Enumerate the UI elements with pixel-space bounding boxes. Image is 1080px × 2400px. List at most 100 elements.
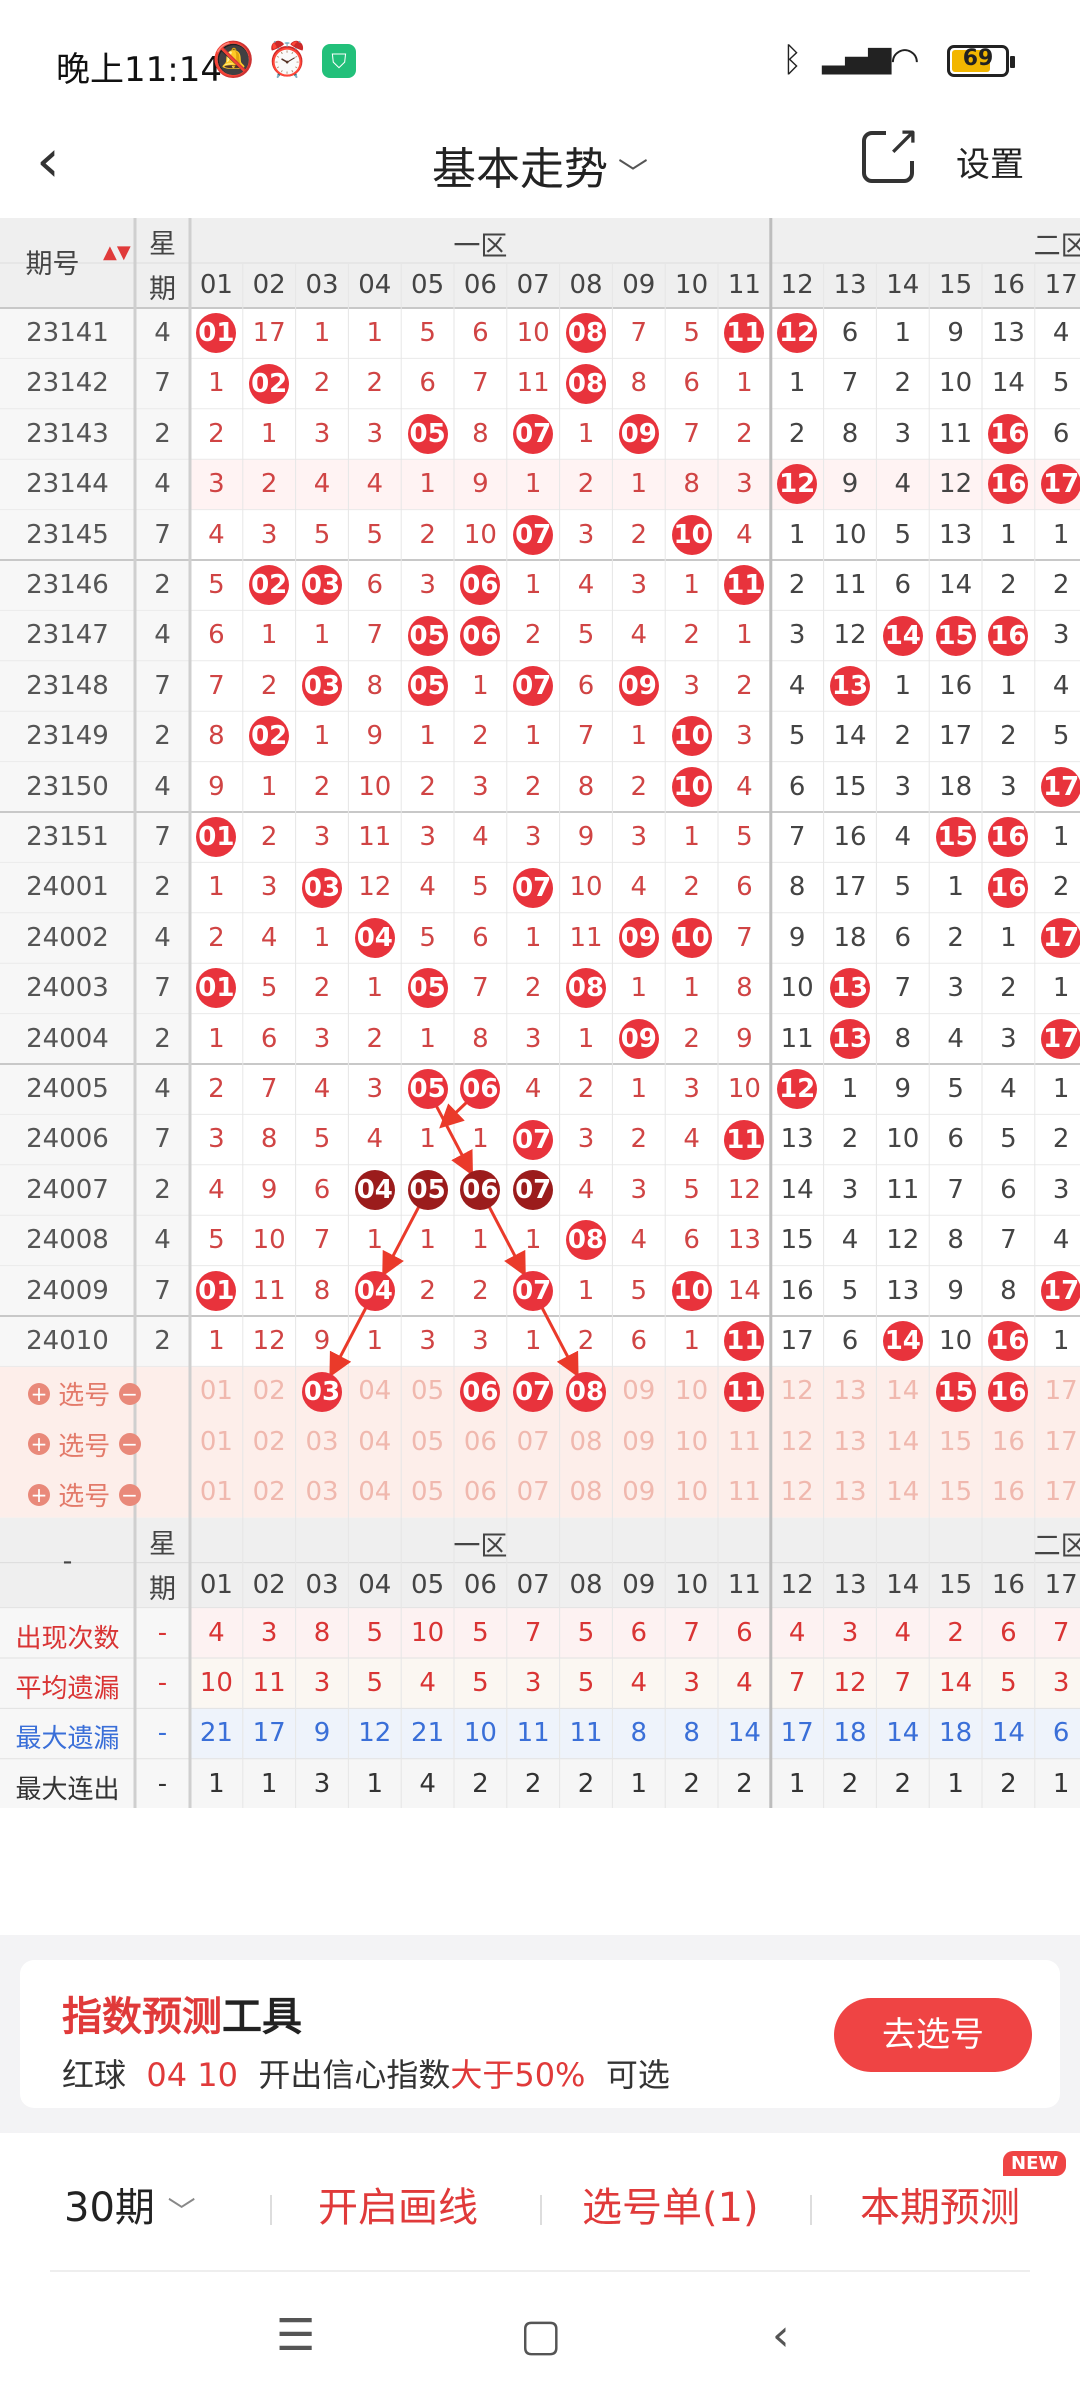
- select-option[interactable]: 02: [243, 1477, 296, 1507]
- sort-icon[interactable]: ▲▼: [103, 242, 131, 263]
- select-option[interactable]: 05: [401, 1376, 454, 1406]
- select-option[interactable]: 04: [348, 1477, 401, 1507]
- stat-value: 8: [630, 1718, 648, 1749]
- select-option[interactable]: 09: [612, 1376, 665, 1406]
- select-option[interactable]: 06: [454, 1477, 507, 1507]
- pick-list-button[interactable]: 选号单(1): [582, 2175, 759, 2233]
- select-option[interactable]: 08: [560, 1477, 613, 1507]
- period-select[interactable]: 30期 ﹀: [64, 2175, 196, 2233]
- select-option[interactable]: 04: [348, 1427, 401, 1457]
- miss-count: 12: [252, 1326, 286, 1356]
- miss-count: 8: [366, 670, 384, 701]
- column-header: 05: [411, 270, 445, 300]
- select-option[interactable]: 14: [876, 1477, 929, 1507]
- plus-icon[interactable]: +: [28, 1483, 50, 1506]
- select-option[interactable]: 12: [771, 1427, 824, 1457]
- select-option[interactable]: 17: [1035, 1427, 1080, 1457]
- miss-count: 5: [683, 1174, 700, 1205]
- select-option[interactable]: 12: [771, 1376, 824, 1406]
- back-nav-icon[interactable]: ‹: [772, 2310, 790, 2361]
- miss-count: 2: [1000, 570, 1017, 600]
- home-icon[interactable]: ▢: [520, 2310, 562, 2361]
- select-option[interactable]: 17: [1035, 1376, 1080, 1406]
- stat-value: 3: [313, 1768, 331, 1799]
- miss-count: 7: [736, 922, 753, 953]
- menu-icon[interactable]: ☰: [276, 2310, 315, 2361]
- select-option[interactable]: 06: [454, 1427, 507, 1457]
- draw-lines-button[interactable]: 开启画线: [318, 2175, 478, 2233]
- select-option[interactable]: 05: [401, 1427, 454, 1457]
- select-option[interactable]: 07: [507, 1477, 560, 1507]
- column-header: 01: [199, 270, 233, 300]
- select-option[interactable]: 10: [665, 1427, 718, 1457]
- week-value: 7: [154, 1275, 171, 1306]
- miss-count: 1: [524, 1326, 542, 1356]
- select-option[interactable]: 10: [665, 1477, 718, 1507]
- select-option[interactable]: 01: [190, 1376, 243, 1406]
- index-predict-card[interactable]: 指数预测工具 红球 04 10 开出信心指数大于50% 可选 去选号: [20, 1960, 1060, 2108]
- select-option[interactable]: 16: [982, 1427, 1035, 1457]
- select-option[interactable]: 14: [876, 1427, 929, 1457]
- select-option[interactable]: 14: [876, 1376, 929, 1406]
- selected-ball[interactable]: 07: [513, 1371, 554, 1412]
- selected-ball[interactable]: 03: [302, 1371, 342, 1412]
- select-row-control[interactable]: + 选号 −: [28, 1476, 141, 1513]
- minus-icon[interactable]: −: [118, 1433, 141, 1456]
- minus-icon[interactable]: −: [118, 1483, 141, 1506]
- select-option[interactable]: 09: [612, 1477, 665, 1507]
- miss-count: 5: [366, 519, 384, 550]
- miss-count: 9: [736, 1023, 753, 1054]
- select-option[interactable]: 13: [824, 1376, 877, 1406]
- miss-count: 5: [208, 570, 225, 600]
- plus-icon[interactable]: +: [28, 1433, 50, 1456]
- minus-icon[interactable]: −: [118, 1382, 141, 1405]
- select-option[interactable]: 05: [401, 1477, 454, 1507]
- system-nav: ☰ ▢ ‹: [0, 2280, 1080, 2400]
- select-row-control[interactable]: + 选号 −: [28, 1375, 141, 1412]
- select-row-control[interactable]: + 选号 −: [28, 1426, 141, 1463]
- select-option[interactable]: 15: [929, 1477, 982, 1507]
- predict-button[interactable]: 本期预测: [860, 2175, 1020, 2233]
- miss-count: 5: [736, 822, 753, 852]
- column-header: 12: [780, 270, 814, 300]
- select-option[interactable]: 15: [929, 1427, 982, 1457]
- select-option[interactable]: 12: [771, 1477, 824, 1507]
- plus-icon[interactable]: +: [28, 1382, 50, 1405]
- selected-ball[interactable]: 16: [988, 1371, 1029, 1412]
- miss-count: 8: [472, 418, 489, 449]
- select-option[interactable]: 02: [243, 1376, 296, 1406]
- select-option[interactable]: 04: [348, 1376, 401, 1406]
- week-value: 4: [154, 469, 171, 500]
- period-header[interactable]: 期号: [0, 242, 105, 281]
- stat-value: 1: [366, 1768, 384, 1799]
- selected-ball[interactable]: 15: [935, 1371, 976, 1412]
- selected-ball[interactable]: 11: [724, 1371, 765, 1412]
- select-option[interactable]: 09: [612, 1427, 665, 1457]
- select-option[interactable]: 07: [507, 1427, 560, 1457]
- select-option[interactable]: 03: [296, 1477, 349, 1507]
- selected-ball[interactable]: 08: [566, 1371, 606, 1412]
- select-option[interactable]: 10: [665, 1376, 718, 1406]
- miss-count: 11: [569, 922, 603, 953]
- select-option[interactable]: 03: [296, 1427, 349, 1457]
- select-option[interactable]: 13: [824, 1477, 877, 1507]
- select-option[interactable]: 02: [243, 1427, 296, 1457]
- settings-button[interactable]: 设置: [956, 137, 1024, 186]
- select-option[interactable]: 16: [982, 1477, 1035, 1507]
- select-option[interactable]: 11: [718, 1477, 771, 1507]
- stat-value: 3: [841, 1617, 859, 1648]
- select-option[interactable]: 08: [560, 1427, 613, 1457]
- drawn-ball: 16: [988, 464, 1029, 505]
- zone1-header: 一区: [453, 231, 508, 262]
- go-select-button[interactable]: 去选号: [834, 1998, 1032, 2072]
- select-option[interactable]: 01: [190, 1477, 243, 1507]
- select-option[interactable]: 01: [190, 1427, 243, 1457]
- selected-ball[interactable]: 06: [460, 1371, 501, 1412]
- stat-value: 2: [1000, 1768, 1017, 1799]
- miss-count: 1: [260, 620, 278, 651]
- miss-count: 3: [419, 822, 436, 852]
- select-option[interactable]: 13: [824, 1427, 877, 1457]
- select-option[interactable]: 17: [1035, 1477, 1080, 1507]
- share-icon[interactable]: ↗: [862, 121, 920, 183]
- select-option[interactable]: 11: [718, 1427, 771, 1457]
